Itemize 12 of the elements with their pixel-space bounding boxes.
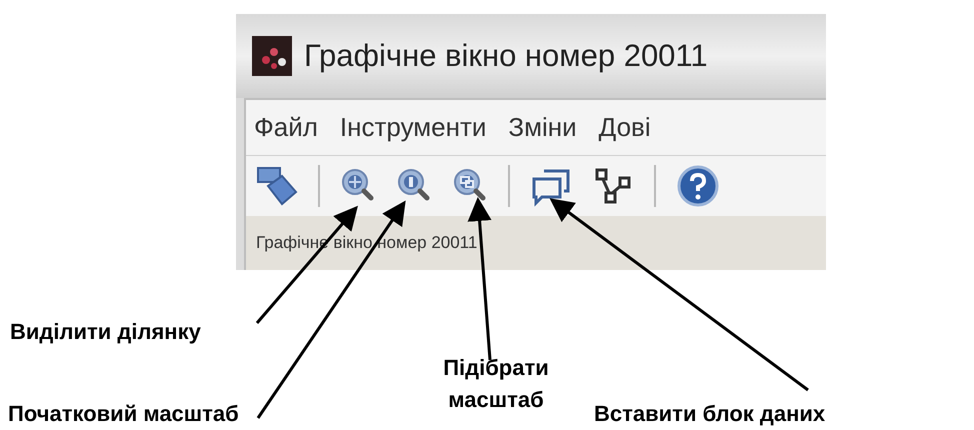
- menu-item[interactable]: Файл: [254, 108, 318, 147]
- menu-item[interactable]: Дові: [598, 108, 651, 147]
- menu-item[interactable]: Зміни: [508, 108, 577, 147]
- menu-item[interactable]: Інструменти: [340, 108, 486, 147]
- callout-label: Початковий масштаб: [8, 400, 239, 428]
- help-icon[interactable]: [676, 164, 720, 208]
- cursor-icon[interactable]: [254, 164, 298, 208]
- callout-label: Підібрати масштаб: [442, 354, 550, 414]
- callout-label: Виділити ділянку: [10, 318, 201, 346]
- callout-label: Вставити блок даних: [594, 400, 826, 428]
- window-title: Графічне вікно номер 20011: [304, 36, 708, 75]
- app-logo-icon: [252, 36, 292, 76]
